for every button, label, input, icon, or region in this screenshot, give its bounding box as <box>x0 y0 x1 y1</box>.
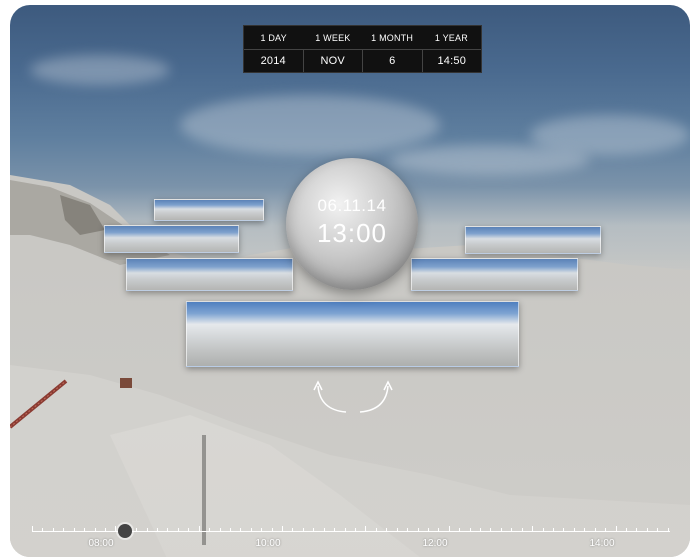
timeline-slider[interactable]: 08:00 10:00 12:00 14:00 <box>10 517 690 557</box>
year-selector[interactable]: 2014 <box>244 49 303 72</box>
timeline-tick <box>115 526 116 532</box>
timeline-tick <box>449 526 450 532</box>
timeline-tick <box>365 526 366 532</box>
timeline-tick <box>230 528 231 532</box>
timeline-tick <box>459 528 460 532</box>
timeline-tick <box>63 528 64 532</box>
timeline-tick <box>147 528 148 532</box>
timeline-tick <box>397 528 398 532</box>
timeline-tick <box>407 528 408 532</box>
timeline-tick <box>501 528 502 532</box>
timeline-tick <box>167 528 168 532</box>
rotate-icon[interactable] <box>310 376 396 416</box>
timeline-tick <box>209 528 210 532</box>
timeline-label: 14:00 <box>589 538 615 549</box>
timeline-tick <box>626 528 627 532</box>
timeline-tick <box>418 528 419 532</box>
timeline-tick <box>563 528 564 532</box>
timeline-tick <box>595 528 596 532</box>
timeline-tick <box>32 526 33 532</box>
timeline-tick <box>324 528 325 532</box>
timeline-tick <box>42 528 43 532</box>
panorama-thumbnail[interactable] <box>411 258 578 291</box>
timeline-tick <box>438 528 439 532</box>
range-1-day[interactable]: 1 DAY <box>244 26 303 49</box>
mountain-hut <box>120 378 132 388</box>
timeline-tick <box>313 528 314 532</box>
range-tabs: 1 DAY 1 WEEK 1 MONTH 1 YEAR <box>244 26 481 49</box>
timeline-tick <box>303 528 304 532</box>
timeline-tick <box>251 528 252 532</box>
fence <box>10 379 68 429</box>
range-1-month[interactable]: 1 MONTH <box>363 26 422 49</box>
panorama-thumbnail-main[interactable] <box>186 301 519 367</box>
panorama-thumbnail[interactable] <box>104 225 239 253</box>
webcam-panorama-viewer: 1 DAY 1 WEEK 1 MONTH 1 YEAR 2014 NOV 6 1… <box>10 5 690 557</box>
month-selector[interactable]: NOV <box>302 49 362 72</box>
timeline-tick <box>584 528 585 532</box>
timeline-label: 08:00 <box>88 538 114 549</box>
timeline-tick <box>647 528 648 532</box>
timeline-tick <box>261 528 262 532</box>
timeline-label: 12:00 <box>422 538 448 549</box>
date-selector: 1 DAY 1 WEEK 1 MONTH 1 YEAR 2014 NOV 6 1… <box>243 25 482 73</box>
timeline-handle[interactable] <box>118 524 132 538</box>
range-1-week[interactable]: 1 WEEK <box>303 26 362 49</box>
timeline-tick <box>240 528 241 532</box>
day-selector[interactable]: 6 <box>362 49 422 72</box>
timeline-tick <box>480 528 481 532</box>
timeline-tick <box>574 528 575 532</box>
timeline-tick <box>188 528 189 532</box>
date-values: 2014 NOV 6 14:50 <box>244 49 481 72</box>
timeline-tick <box>386 528 387 532</box>
timeline-tick <box>84 528 85 532</box>
timeline-tick <box>220 528 221 532</box>
timeline-tick <box>543 528 544 532</box>
timeline-tick <box>470 528 471 532</box>
timeline-tick <box>74 528 75 532</box>
timeline-tick <box>490 528 491 532</box>
clock-date: 06.11.14 <box>317 195 387 215</box>
timeline-tick <box>553 528 554 532</box>
timeline-tick <box>157 528 158 532</box>
timeline-tick <box>199 526 200 532</box>
timeline-tick <box>376 528 377 532</box>
timeline-tick <box>53 528 54 532</box>
clock-sphere: 06.11.14 13:00 <box>286 158 418 290</box>
timeline-tick <box>272 528 273 532</box>
panorama-thumbnail[interactable] <box>465 226 601 254</box>
timeline-tick <box>636 528 637 532</box>
panorama-thumbnail[interactable] <box>126 258 293 291</box>
timeline-tick <box>178 528 179 532</box>
range-1-year[interactable]: 1 YEAR <box>422 26 481 49</box>
timeline-tick <box>616 526 617 532</box>
timeline-tick <box>428 528 429 532</box>
timeline-tick <box>657 528 658 532</box>
timeline-tick <box>355 528 356 532</box>
timeline-tick <box>522 528 523 532</box>
time-selector[interactable]: 14:50 <box>421 49 481 72</box>
timeline-tick <box>511 528 512 532</box>
timeline-tick <box>95 528 96 532</box>
clock-time: 13:00 <box>316 217 388 248</box>
timeline-tick <box>532 526 533 532</box>
timeline-tick <box>105 528 106 532</box>
timeline-tick <box>345 528 346 532</box>
timeline-tick <box>292 528 293 532</box>
panorama-thumbnail[interactable] <box>154 199 264 221</box>
timeline-tick <box>605 528 606 532</box>
timeline-tick <box>282 526 283 532</box>
timeline-tick <box>668 528 669 532</box>
timeline-tick <box>136 528 137 532</box>
timeline-tick <box>334 528 335 532</box>
timeline-label: 10:00 <box>255 538 281 549</box>
